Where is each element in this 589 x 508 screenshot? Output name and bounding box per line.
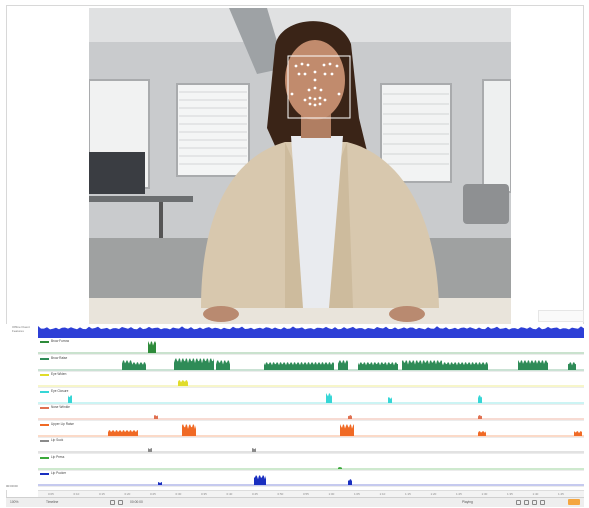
track-area[interactable]: Brow Furrow Brow Raise Eye Widen Eye Closur…	[38, 324, 584, 490]
track-label-column: Offline Fluent Features	[6, 324, 38, 490]
track-burst	[348, 415, 352, 419]
track-burst	[264, 361, 334, 370]
track-burst	[348, 479, 352, 485]
track-row[interactable]: Lip Press	[38, 454, 584, 471]
track-waveform	[38, 341, 584, 354]
ruler-tick-label: 1:35	[507, 492, 513, 496]
track-burst	[438, 361, 488, 370]
zoom-out-icon[interactable]	[524, 500, 529, 505]
track-burst	[478, 394, 482, 403]
track-burst	[252, 448, 256, 452]
fit-icon[interactable]	[532, 500, 537, 505]
zoom-in-icon[interactable]	[516, 500, 521, 505]
track-waveform	[38, 357, 584, 370]
ruler-tick-label: 1:25	[456, 492, 462, 496]
ruler-tick-label: 0:25	[150, 492, 156, 496]
track-row[interactable]: Nose Wrinkle	[38, 404, 584, 421]
ruler-tick-label: 1:00	[328, 492, 335, 496]
track-waveform	[38, 466, 584, 469]
top-signal-area	[38, 326, 584, 338]
track-waveform	[38, 415, 584, 420]
ruler-tick-label: 0:55	[303, 492, 309, 496]
track-row[interactable]: Upper Lip Raise	[38, 421, 584, 438]
track-row[interactable]: Eye Closure	[38, 388, 584, 405]
track-burst	[174, 357, 214, 370]
track-burst	[178, 380, 188, 386]
ruler-tick-label: 0:15	[99, 492, 105, 496]
track-burst	[148, 448, 152, 452]
track-row[interactable]: Lip Suck	[38, 437, 584, 454]
time-label: 00:00:00	[130, 500, 143, 504]
ruler-tick-label: 1:10	[379, 492, 386, 496]
track-burst	[122, 359, 132, 370]
ruler-tick-label: 0:50	[277, 492, 284, 496]
video-frame	[89, 8, 511, 324]
left-ruler-label: 00:00:00	[6, 484, 18, 488]
track-burst	[158, 482, 162, 485]
settings-icon[interactable]	[540, 500, 545, 505]
track-burst	[358, 361, 398, 370]
track-burst	[326, 392, 332, 403]
pause-icon[interactable]	[118, 500, 123, 505]
top-signal-waveform	[38, 326, 584, 338]
ruler-tick-label: 0:05	[48, 492, 54, 496]
track-waveform	[38, 380, 584, 387]
track-burst	[574, 430, 582, 436]
track-waveform	[38, 423, 584, 436]
track-burst	[182, 423, 196, 436]
track-burst	[108, 429, 138, 436]
ruler-tick-label: 0:10	[73, 492, 80, 496]
track-row[interactable]: Brow Furrow	[38, 338, 584, 355]
track-burst	[338, 359, 348, 370]
state-label: Playing	[462, 500, 473, 504]
track-burst	[518, 359, 548, 370]
ruler-tick-label: 1:05	[354, 492, 360, 496]
status-bar: 100% Timeline 00:00:00 Playing	[6, 497, 584, 507]
track-row[interactable]: Lip Pucker	[38, 470, 584, 487]
track-burst	[402, 359, 442, 370]
track-burst	[216, 359, 230, 370]
record-button[interactable]	[568, 499, 580, 505]
panel-title: Offline Fluent Features	[12, 325, 30, 333]
ruler-tick-label: 0:40	[226, 492, 233, 496]
track-burst	[254, 475, 266, 485]
ruler-tick-label: 0:20	[124, 492, 131, 496]
track-burst	[568, 361, 576, 370]
ruler-tick-label: 1:20	[430, 492, 437, 496]
track-row[interactable]: Eye Widen	[38, 371, 584, 388]
track-burst	[148, 341, 156, 353]
ruler-tick-label: 1:45	[558, 492, 564, 496]
ruler-tick-label: 1:15	[405, 492, 411, 496]
timeline-panel: Offline Fluent Features Brow Furrow Brow …	[6, 324, 584, 507]
track-row[interactable]: Brow Raise	[38, 355, 584, 372]
track-burst	[388, 396, 392, 403]
view-label[interactable]: Timeline	[46, 500, 58, 504]
ruler-tick-label: 1:30	[481, 492, 488, 496]
track-burst	[478, 415, 482, 419]
track-waveform	[38, 448, 584, 453]
ruler-tick-label: 0:45	[252, 492, 258, 496]
play-icon[interactable]	[110, 500, 115, 505]
track-burst	[68, 394, 72, 403]
ruler-tick-label: 0:30	[175, 492, 182, 496]
ruler-tick-label: 1:40	[532, 492, 539, 496]
track-waveform	[38, 475, 584, 486]
ruler-tick-label: 0:35	[201, 492, 207, 496]
zoom-label[interactable]: 100%	[10, 500, 18, 504]
track-burst	[340, 423, 354, 436]
track-waveform	[38, 392, 584, 403]
track-burst	[154, 415, 158, 419]
track-burst	[338, 466, 342, 469]
floating-panel[interactable]	[538, 310, 584, 322]
track-burst	[478, 430, 486, 436]
track-burst	[132, 361, 146, 370]
video-scene	[89, 8, 511, 324]
